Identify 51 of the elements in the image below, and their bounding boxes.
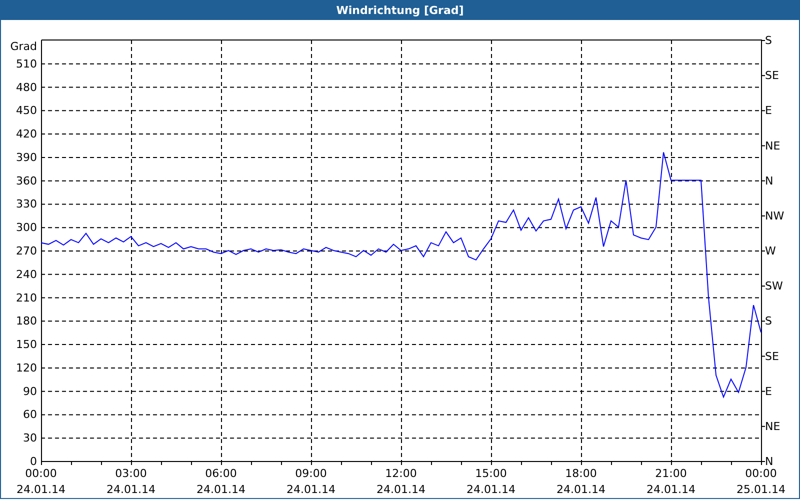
y-axis-label: 240 — [16, 268, 37, 281]
y-axis-label: 360 — [16, 174, 37, 188]
compass-axis-label: NW — [765, 209, 784, 222]
x-axis-time-label: 15:00 — [475, 467, 507, 480]
y-axis-label: 180 — [16, 314, 37, 328]
window-title: Windrichtung [Grad] — [336, 4, 464, 16]
y-axis-label: 120 — [16, 361, 37, 374]
compass-axis-label: E — [765, 384, 772, 398]
compass-axis-label: NE — [765, 420, 780, 433]
x-axis-date-label: 24.01.14 — [196, 483, 246, 496]
y-axis-label: 210 — [16, 291, 37, 304]
x-axis-time-label: 09:00 — [295, 467, 327, 480]
compass-axis-label: S — [765, 314, 772, 328]
x-axis-date-label: 24.01.14 — [106, 483, 156, 496]
y-axis-label: 30 — [23, 432, 37, 445]
y-axis-label: 0 — [30, 455, 37, 468]
y-axis-label: 150 — [16, 338, 37, 352]
x-axis-date-label: 24.01.14 — [376, 483, 426, 496]
y-axis-label: 90 — [23, 384, 37, 398]
x-axis-time-label: 03:00 — [115, 467, 147, 480]
y-axis-label: 390 — [16, 150, 37, 164]
y-axis-title: Grad — [10, 40, 37, 53]
x-axis-time-label: 00:00 — [745, 467, 777, 480]
x-axis-date-label: 24.01.14 — [286, 483, 336, 496]
x-axis-date-label: 24.01.14 — [556, 483, 606, 496]
y-axis-label: 60 — [23, 408, 37, 422]
compass-axis-label: S — [765, 34, 772, 47]
x-axis-time-label: 18:00 — [565, 467, 597, 480]
x-axis-date-label: 24.01.14 — [16, 483, 66, 496]
compass-axis-label: N — [765, 455, 774, 468]
compass-axis-label: E — [765, 104, 772, 118]
compass-axis-label: SE — [765, 69, 779, 82]
compass-axis-label: SE — [765, 350, 779, 363]
y-axis-label: 510 — [16, 57, 37, 70]
compass-axis-label: N — [765, 174, 774, 188]
x-axis-time-label: 06:00 — [205, 467, 237, 480]
x-axis-time-label: 00:00 — [25, 467, 57, 480]
y-axis-label: 480 — [16, 80, 37, 94]
y-axis-label: 300 — [16, 221, 37, 234]
x-axis-date-label: 24.01.14 — [646, 483, 696, 496]
y-axis-label: 330 — [16, 198, 37, 211]
compass-axis-label: W — [765, 244, 776, 258]
compass-axis-label: SW — [765, 280, 783, 293]
compass-axis-label: NE — [765, 139, 780, 152]
x-axis-date-label: 24.01.14 — [466, 483, 516, 496]
y-axis-label: 450 — [16, 104, 37, 118]
y-axis-label: 420 — [16, 128, 37, 141]
x-axis-time-label: 12:00 — [385, 467, 417, 480]
y-axis-label: 270 — [16, 244, 37, 258]
x-axis-date-label: 25.01.14 — [736, 483, 786, 496]
x-axis-time-label: 21:00 — [655, 467, 687, 480]
